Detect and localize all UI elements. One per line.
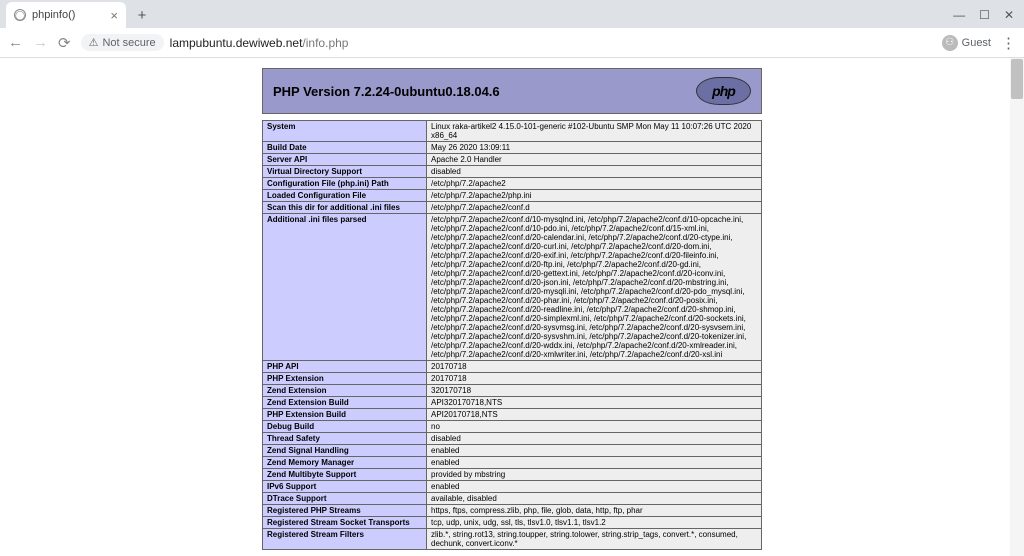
avatar-icon: ⚇	[942, 35, 958, 51]
php-version-title: PHP Version 7.2.24-0ubuntu0.18.04.6	[273, 84, 500, 99]
back-icon[interactable]: ←	[8, 34, 23, 51]
info-value: /etc/php/7.2/apache2/php.ini	[427, 190, 762, 202]
table-row: Zend Extension BuildAPI320170718,NTS	[263, 397, 762, 409]
info-label: Scan this dir for additional .ini files	[263, 202, 427, 214]
table-row: Virtual Directory Supportdisabled	[263, 166, 762, 178]
info-label: DTrace Support	[263, 493, 427, 505]
info-label: Registered PHP Streams	[263, 505, 427, 517]
info-label: IPv6 Support	[263, 481, 427, 493]
info-label: Thread Safety	[263, 433, 427, 445]
table-row: PHP API20170718	[263, 361, 762, 373]
info-value: https, ftps, compress.zlib, php, file, g…	[427, 505, 762, 517]
info-label: Build Date	[263, 142, 427, 154]
info-value: Apache 2.0 Handler	[427, 154, 762, 166]
page-viewport: PHP Version 7.2.24-0ubuntu0.18.04.6 php …	[0, 58, 1024, 556]
table-row: Thread Safetydisabled	[263, 433, 762, 445]
info-value: enabled	[427, 481, 762, 493]
not-secure-label: Not secure	[102, 37, 155, 49]
info-value: API20170718,NTS	[427, 409, 762, 421]
window-maximize-icon[interactable]: ☐	[979, 8, 990, 22]
table-row: Registered PHP Streamshttps, ftps, compr…	[263, 505, 762, 517]
info-value: May 26 2020 13:09:11	[427, 142, 762, 154]
profile-button[interactable]: ⚇ Guest	[942, 35, 991, 51]
table-row: Configuration File (php.ini) Path/etc/ph…	[263, 178, 762, 190]
info-value: /etc/php/7.2/apache2/conf.d/10-mysqlnd.i…	[427, 214, 762, 361]
info-value: 20170718	[427, 361, 762, 373]
info-label: Registered Stream Socket Transports	[263, 517, 427, 529]
warning-icon: ⚠	[89, 36, 99, 49]
info-label: Additional .ini files parsed	[263, 214, 427, 361]
close-tab-icon[interactable]: ×	[110, 8, 118, 23]
info-value: no	[427, 421, 762, 433]
table-row: Zend Extension320170718	[263, 385, 762, 397]
window-close-icon[interactable]: ✕	[1004, 8, 1014, 22]
php-header: PHP Version 7.2.24-0ubuntu0.18.04.6 php	[262, 68, 762, 114]
info-value: 320170718	[427, 385, 762, 397]
info-value: available, disabled	[427, 493, 762, 505]
info-value: zlib.*, string.rot13, string.toupper, st…	[427, 529, 762, 550]
info-label: Registered Stream Filters	[263, 529, 427, 550]
browser-tab[interactable]: ◯ phpinfo() ×	[6, 2, 126, 28]
table-row: SystemLinux raka-artikel2 4.15.0-101-gen…	[263, 121, 762, 142]
address-bar: ← → ⟳ ⚠ Not secure lampubuntu.dewiweb.ne…	[0, 28, 1024, 58]
table-row: Zend Signal Handlingenabled	[263, 445, 762, 457]
info-label: PHP Extension Build	[263, 409, 427, 421]
info-value: enabled	[427, 445, 762, 457]
info-label: Configuration File (php.ini) Path	[263, 178, 427, 190]
table-row: Registered Stream Filterszlib.*, string.…	[263, 529, 762, 550]
table-row: PHP Extension20170718	[263, 373, 762, 385]
table-row: DTrace Supportavailable, disabled	[263, 493, 762, 505]
info-label: Zend Extension Build	[263, 397, 427, 409]
globe-icon: ◯	[14, 9, 26, 21]
info-label: PHP API	[263, 361, 427, 373]
php-logo: php	[696, 77, 751, 105]
info-value: Linux raka-artikel2 4.15.0-101-generic #…	[427, 121, 762, 142]
info-value: tcp, udp, unix, udg, ssl, tls, tlsv1.0, …	[427, 517, 762, 529]
info-value: enabled	[427, 457, 762, 469]
info-label: Loaded Configuration File	[263, 190, 427, 202]
guest-label: Guest	[962, 37, 991, 49]
table-row: IPv6 Supportenabled	[263, 481, 762, 493]
info-value: provided by mbstring	[427, 469, 762, 481]
url-text: lampubuntu.dewiweb.net/info.php	[170, 36, 349, 50]
table-row: PHP Extension BuildAPI20170718,NTS	[263, 409, 762, 421]
table-row: Additional .ini files parsed/etc/php/7.2…	[263, 214, 762, 361]
table-row: Build DateMay 26 2020 13:09:11	[263, 142, 762, 154]
window-minimize-icon[interactable]: —	[953, 8, 965, 22]
info-label: Zend Extension	[263, 385, 427, 397]
info-label: Debug Build	[263, 421, 427, 433]
table-row: Server APIApache 2.0 Handler	[263, 154, 762, 166]
tab-title: phpinfo()	[32, 9, 75, 21]
info-value: disabled	[427, 166, 762, 178]
table-row: Zend Multibyte Supportprovided by mbstri…	[263, 469, 762, 481]
info-label: Zend Signal Handling	[263, 445, 427, 457]
url-field[interactable]: ⚠ Not secure lampubuntu.dewiweb.net/info…	[81, 34, 932, 51]
info-label: Zend Multibyte Support	[263, 469, 427, 481]
table-row: Scan this dir for additional .ini files/…	[263, 202, 762, 214]
info-label: Virtual Directory Support	[263, 166, 427, 178]
new-tab-button[interactable]: +	[132, 5, 152, 25]
php-info-table: SystemLinux raka-artikel2 4.15.0-101-gen…	[262, 120, 762, 550]
info-label: Server API	[263, 154, 427, 166]
info-label: System	[263, 121, 427, 142]
table-row: Zend Memory Managerenabled	[263, 457, 762, 469]
scrollbar-thumb[interactable]	[1011, 59, 1023, 99]
info-label: Zend Memory Manager	[263, 457, 427, 469]
table-row: Debug Buildno	[263, 421, 762, 433]
info-label: PHP Extension	[263, 373, 427, 385]
forward-icon: →	[33, 34, 48, 51]
info-value: /etc/php/7.2/apache2/conf.d	[427, 202, 762, 214]
table-row: Registered Stream Socket Transportstcp, …	[263, 517, 762, 529]
table-row: Loaded Configuration File/etc/php/7.2/ap…	[263, 190, 762, 202]
not-secure-badge[interactable]: ⚠ Not secure	[81, 34, 164, 51]
browser-tab-strip: ◯ phpinfo() × + — ☐ ✕	[0, 0, 1024, 28]
menu-icon[interactable]: ⋮	[1001, 34, 1016, 52]
info-value: disabled	[427, 433, 762, 445]
info-value: 20170718	[427, 373, 762, 385]
info-value: API320170718,NTS	[427, 397, 762, 409]
scrollbar[interactable]	[1010, 58, 1024, 556]
reload-icon[interactable]: ⟳	[58, 34, 71, 52]
info-value: /etc/php/7.2/apache2	[427, 178, 762, 190]
